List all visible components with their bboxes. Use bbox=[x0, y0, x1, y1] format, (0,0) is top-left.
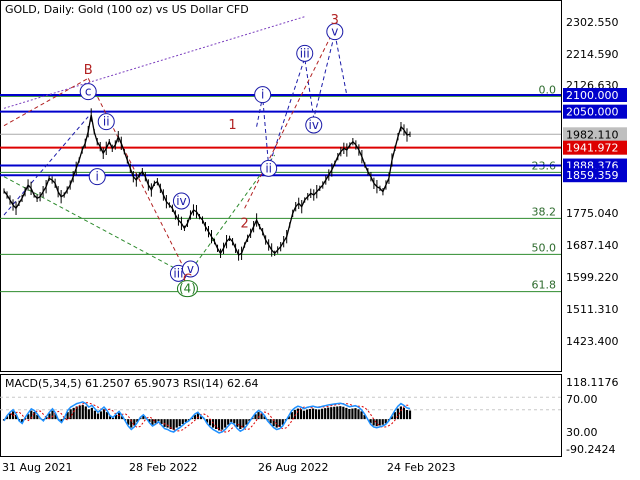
price-tick-label: 1775.040 bbox=[566, 207, 619, 220]
indicator-tick-label: 70.00 bbox=[566, 393, 598, 406]
level-tags: 2100.0002050.0001982.1101941.9721888.376… bbox=[563, 88, 627, 183]
wave-label: c bbox=[85, 85, 92, 99]
price-tick-label: 2214.590 bbox=[566, 48, 619, 61]
time-tick-label: 24 Feb 2023 bbox=[387, 461, 455, 474]
time-axis: 31 Aug 2021 28 Feb 2022 26 Aug 2022 24 F… bbox=[2, 461, 455, 474]
time-tick-label: 26 Aug 2022 bbox=[258, 461, 328, 474]
wave-label: iv bbox=[176, 194, 186, 208]
price-tick-label: 1687.140 bbox=[566, 239, 619, 252]
wave-label: ii bbox=[103, 115, 110, 129]
indicator-tick-label: 118.1176 bbox=[566, 376, 619, 389]
wave-label: 2 bbox=[240, 216, 248, 231]
wave-label: i bbox=[261, 88, 264, 102]
price-tick-label: 1423.400 bbox=[566, 335, 619, 348]
price-level-tag-label: 1859.359 bbox=[566, 169, 619, 182]
wave-label: 1 bbox=[228, 118, 236, 133]
wave-label: B bbox=[84, 63, 93, 78]
wave-label: iii bbox=[300, 46, 310, 60]
wave-label: ii bbox=[265, 161, 272, 175]
chart-canvas: GOLD, Daily: Gold (100 oz) vs US Dollar … bbox=[0, 0, 627, 474]
chart-title: GOLD, Daily: Gold (100 oz) vs US Dollar … bbox=[5, 3, 249, 16]
price-level-tag-label: 1941.972 bbox=[566, 142, 619, 155]
indicator-title: MACD(5,34,5) 61.2507 65.9073 RSI(14) 62.… bbox=[5, 377, 258, 390]
wave-label: (4) bbox=[179, 282, 196, 296]
price-tick-label: 1599.220 bbox=[566, 271, 619, 284]
price-level-tag-label: 1982.110 bbox=[566, 128, 619, 141]
price-tick-label: 1511.310 bbox=[566, 303, 619, 316]
fib-level-label: 61.8 bbox=[532, 279, 557, 292]
price-panel bbox=[0, 0, 562, 372]
wave-label: 3 bbox=[331, 13, 339, 28]
time-tick-label: 28 Feb 2022 bbox=[129, 461, 197, 474]
indicator-axis: 118.1176 70.00 30.00 -90.2424 bbox=[566, 376, 619, 456]
fib-level-label: 50.0 bbox=[532, 241, 557, 254]
indicator-tick-label: -90.2424 bbox=[566, 443, 615, 456]
wave-label: i bbox=[96, 170, 99, 184]
fib-level-label: 38.2 bbox=[532, 205, 557, 218]
price-level-tag-label: 2050.000 bbox=[566, 106, 619, 119]
price-level-tag-label: 2100.000 bbox=[566, 89, 619, 102]
wave-label: iv bbox=[309, 118, 319, 132]
time-tick-label: 31 Aug 2021 bbox=[2, 461, 72, 474]
indicator-tick-label: 30.00 bbox=[566, 426, 598, 439]
price-tick-label: 2302.550 bbox=[566, 16, 619, 29]
